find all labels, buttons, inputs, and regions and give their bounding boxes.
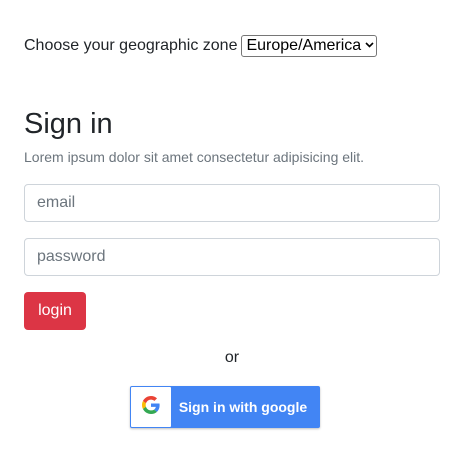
geographic-zone-select[interactable]: Europe/America — [241, 35, 378, 57]
geographic-zone-row: Choose your geographic zone Europe/Ameri… — [24, 35, 378, 57]
google-sign-in-label: Sign in with google — [178, 399, 308, 415]
or-divider: or — [224, 349, 240, 366]
page-title: Sign in — [24, 108, 113, 140]
chevron-down-icon — [365, 41, 374, 51]
email-field[interactable]: email — [24, 184, 440, 222]
google-sign-in-button[interactable]: Sign in with google — [130, 386, 320, 428]
geographic-zone-label: Choose your geographic zone — [24, 37, 238, 54]
page-subtitle: Lorem ipsum dolor sit amet consectetur a… — [24, 149, 365, 165]
google-logo-box — [131, 387, 171, 427]
email-placeholder: email — [37, 194, 76, 211]
google-g-icon — [142, 395, 160, 419]
password-placeholder: password — [37, 248, 106, 265]
geographic-zone-value: Europe/America — [246, 37, 362, 54]
password-field[interactable]: password — [24, 238, 440, 276]
login-button[interactable]: login — [24, 292, 86, 330]
